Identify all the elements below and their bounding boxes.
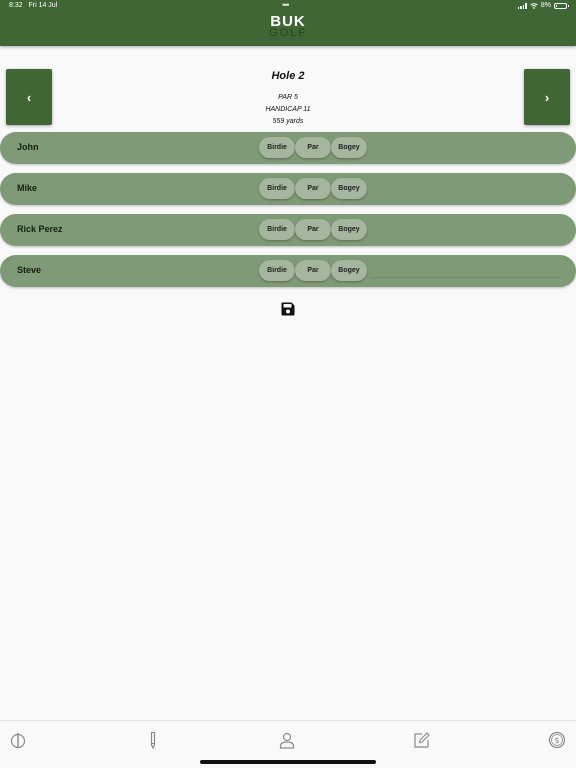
hole-info: Hole 2 PAR 5 HANDICAP 11 559 yards: [0, 70, 576, 128]
pencil-icon[interactable]: [144, 731, 162, 749]
hole-handicap: HANDICAP 11: [265, 106, 311, 113]
svg-text:$: $: [554, 736, 559, 745]
player-name: Steve: [17, 265, 42, 275]
player-row-mike: Mike Birdie Par Bogey: [0, 173, 576, 205]
player-name: Rick Perez: [17, 224, 63, 234]
battery-icon: [554, 2, 569, 9]
player-name: Mike: [17, 183, 38, 193]
signal-icon: [517, 2, 527, 9]
par-button[interactable]: Par: [295, 219, 331, 240]
score-options: Birdie Par Bogey: [259, 178, 367, 199]
par-button[interactable]: Par: [295, 260, 331, 281]
dollar-icon[interactable]: $: [548, 731, 566, 749]
hole-yards: 559 yards: [272, 118, 304, 125]
battery-percentage: 8%: [540, 2, 551, 9]
birdie-button[interactable]: Birdie: [259, 137, 295, 158]
par-button[interactable]: Par: [295, 178, 331, 199]
par-button[interactable]: Par: [295, 137, 331, 158]
birdie-button[interactable]: Birdie: [259, 178, 295, 199]
home-indicator[interactable]: [200, 760, 376, 764]
save-icon[interactable]: [280, 301, 296, 317]
bogey-button[interactable]: Bogey: [331, 219, 367, 240]
edit-icon[interactable]: [413, 731, 431, 749]
golf-tee-icon[interactable]: [9, 731, 27, 749]
birdie-button[interactable]: Birdie: [259, 219, 295, 240]
player-row-steve: Steve Birdie Par Bogey: [0, 255, 576, 287]
multitasking-dots[interactable]: •••: [282, 0, 290, 10]
player-name: John: [17, 142, 39, 152]
player-row-rick-perez: Rick Perez Birdie Par Bogey: [0, 214, 576, 246]
chevron-right-icon: ›: [544, 89, 550, 105]
player-row-john: John Birdie Par Bogey: [0, 132, 576, 164]
score-options: Birdie Par Bogey: [259, 260, 367, 281]
bogey-button[interactable]: Bogey: [331, 260, 367, 281]
score-options: Birdie Par Bogey: [259, 219, 367, 240]
wifi-icon: [530, 2, 538, 9]
hole-par: PAR 5: [278, 94, 298, 101]
score-options: Birdie Par Bogey: [259, 137, 367, 158]
divider: [370, 277, 562, 278]
status-bar-right: 8%: [517, 2, 569, 9]
buk-golf-logo: BUK GOLF: [269, 13, 307, 39]
status-bar-time: 8:32 Fri 14 Jul: [9, 2, 58, 9]
birdie-button[interactable]: Birdie: [259, 260, 295, 281]
bogey-button[interactable]: Bogey: [331, 137, 367, 158]
bogey-button[interactable]: Bogey: [331, 178, 367, 199]
person-icon[interactable]: [278, 731, 296, 749]
next-hole-button[interactable]: ›: [524, 69, 570, 125]
app-header: 8:32 Fri 14 Jul ••• 8% BUK GOLF: [0, 0, 576, 46]
hole-title: Hole 2: [271, 70, 305, 82]
